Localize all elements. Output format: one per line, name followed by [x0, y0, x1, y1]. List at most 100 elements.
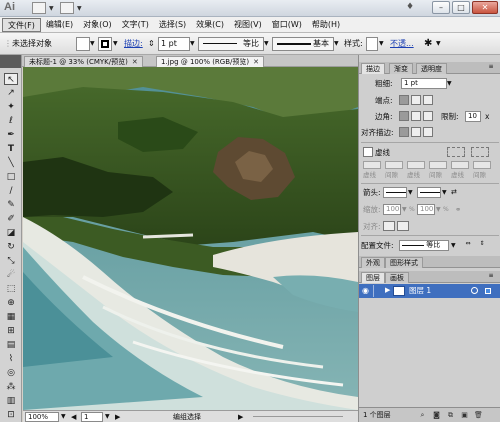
- butt-cap-button[interactable]: [399, 95, 409, 105]
- arrow-extend-button[interactable]: [383, 221, 395, 231]
- menu-object[interactable]: 对象(O): [78, 18, 117, 32]
- tab-untitled-1[interactable]: 未标题-1 @ 33% (CMYK/预览) ✕: [24, 56, 143, 67]
- align-outside-button[interactable]: [423, 127, 433, 137]
- rotate-tool-icon[interactable]: ↻: [4, 241, 18, 253]
- arrange-documents-icon[interactable]: [60, 2, 74, 14]
- stroke-weight-field[interactable]: 1 pt: [158, 37, 190, 51]
- free-transform-tool-icon[interactable]: ⬚: [4, 283, 18, 295]
- chevron-down-icon[interactable]: ▼: [436, 37, 441, 51]
- weight-field[interactable]: 1 pt: [401, 78, 447, 89]
- close-icon[interactable]: ✕: [253, 58, 259, 66]
- horizontal-scrollbar[interactable]: [253, 416, 343, 417]
- pencil-tool-icon[interactable]: ✎: [4, 199, 18, 211]
- maximize-button[interactable]: □: [452, 1, 470, 14]
- pen-tool-icon[interactable]: ✒: [4, 129, 18, 141]
- flip-across-icon[interactable]: ⇕: [477, 240, 487, 250]
- chevron-down-icon[interactable]: ▼: [190, 37, 195, 51]
- chevron-down-icon[interactable]: ▼: [77, 5, 82, 12]
- chevron-down-icon[interactable]: ▼: [49, 5, 54, 12]
- miter-join-button[interactable]: [399, 111, 409, 121]
- dash-field[interactable]: [451, 161, 469, 169]
- graphic-style-swatch[interactable]: [366, 37, 378, 51]
- menu-view[interactable]: 视图(V): [229, 18, 267, 32]
- warp-tool-icon[interactable]: ☄: [4, 269, 18, 281]
- end-scale-field[interactable]: 100: [417, 204, 435, 215]
- mesh-tool-icon[interactable]: ⊞: [4, 325, 18, 337]
- variable-width-profile[interactable]: 等比: [198, 37, 264, 51]
- chevron-down-icon[interactable]: ▼: [61, 412, 66, 422]
- tab-1-jpg[interactable]: 1.jpg @ 100% (RGB/预览) ✕: [156, 56, 264, 67]
- next-page-icon[interactable]: ▶: [115, 412, 120, 422]
- swap-arrows-icon[interactable]: ⇄: [451, 187, 457, 198]
- chevron-down-icon[interactable]: ▼: [334, 37, 339, 51]
- menu-edit[interactable]: 编辑(E): [41, 18, 78, 32]
- recolor-icon[interactable]: ✱: [424, 37, 432, 51]
- dashed-line-checkbox[interactable]: [363, 147, 373, 157]
- minimize-button[interactable]: –: [432, 1, 450, 14]
- zoom-field[interactable]: 100%: [25, 412, 59, 422]
- chevron-down-icon[interactable]: ▼: [379, 37, 384, 51]
- tab-transparency[interactable]: 透明度: [416, 63, 447, 74]
- expand-icon[interactable]: ▶: [385, 286, 390, 294]
- selection-indicator[interactable]: [485, 288, 491, 294]
- symbol-sprayer-tool-icon[interactable]: ⁂: [4, 381, 18, 393]
- blob-brush-tool-icon[interactable]: ✐: [4, 213, 18, 225]
- align-inside-button[interactable]: [411, 127, 421, 137]
- previous-page-icon[interactable]: ◀: [71, 412, 76, 422]
- menu-effect[interactable]: 效果(C): [191, 18, 229, 32]
- round-cap-button[interactable]: [411, 95, 421, 105]
- delete-layer-icon[interactable]: 🗑: [473, 410, 484, 420]
- chevron-down-icon[interactable]: ▼: [447, 78, 452, 89]
- chevron-down-icon[interactable]: ▼: [264, 37, 269, 51]
- opacity-link[interactable]: 不透...: [390, 37, 414, 51]
- link-scale-icon[interactable]: ⚭: [455, 204, 461, 215]
- eye-icon[interactable]: ◉: [362, 286, 369, 295]
- eyedropper-tool-icon[interactable]: ⌇: [4, 353, 18, 365]
- dash-field[interactable]: [407, 161, 425, 169]
- profile-select[interactable]: 等比: [399, 240, 449, 251]
- chevron-down-icon[interactable]: ▼: [442, 187, 447, 198]
- artboard-tool-icon[interactable]: ⊡: [4, 409, 18, 421]
- align-dash-icon[interactable]: [471, 147, 489, 157]
- lasso-tool-icon[interactable]: ℓ: [4, 115, 18, 127]
- menu-help[interactable]: 帮助(H): [307, 18, 345, 32]
- gap-field[interactable]: [385, 161, 403, 169]
- menu-select[interactable]: 选择(S): [154, 18, 191, 32]
- layer-name[interactable]: 图层 1: [409, 285, 431, 297]
- paintbrush-tool-icon[interactable]: ∕: [4, 185, 18, 197]
- gap-field[interactable]: [429, 161, 447, 169]
- page-field[interactable]: 1: [81, 412, 103, 422]
- line-tool-icon[interactable]: ╲: [4, 157, 18, 169]
- tab-stroke[interactable]: 描边: [361, 63, 385, 74]
- brush-definition[interactable]: 基本: [272, 37, 334, 51]
- rectangle-tool-icon[interactable]: □: [4, 171, 18, 183]
- layer-row[interactable]: ◉ ▶ 图层 1: [359, 284, 500, 298]
- gradient-tool-icon[interactable]: ▤: [4, 339, 18, 351]
- column-graph-tool-icon[interactable]: ▥: [4, 395, 18, 407]
- document-canvas[interactable]: [23, 67, 358, 410]
- chevron-down-icon[interactable]: ▼: [451, 240, 456, 251]
- chevron-down-icon[interactable]: ▼: [408, 187, 413, 198]
- tab-appearance[interactable]: 外观: [361, 257, 385, 268]
- magic-wand-tool-icon[interactable]: ✦: [4, 101, 18, 113]
- limit-field[interactable]: 10: [465, 111, 481, 122]
- stroke-stepper[interactable]: ⇕: [148, 37, 155, 51]
- align-center-button[interactable]: [399, 127, 409, 137]
- tab-artboards[interactable]: 画板: [385, 272, 409, 283]
- selection-tool-icon[interactable]: ↖: [4, 73, 18, 85]
- chevron-down-icon[interactable]: ▼: [105, 412, 110, 422]
- chevron-down-icon[interactable]: ▼: [402, 204, 407, 215]
- stroke-link[interactable]: 描边:: [124, 37, 143, 51]
- tab-graphic-styles[interactable]: 图形样式: [385, 257, 423, 268]
- shape-builder-tool-icon[interactable]: ⊕: [4, 297, 18, 309]
- gap-field[interactable]: [473, 161, 491, 169]
- round-join-button[interactable]: [411, 111, 421, 121]
- stroke-swatch[interactable]: [98, 37, 112, 51]
- menu-file[interactable]: 文件(F): [2, 17, 41, 32]
- scale-tool-icon[interactable]: ⤡: [4, 255, 18, 267]
- locate-object-icon[interactable]: ⌕: [417, 410, 428, 420]
- arrow-place-button[interactable]: [397, 221, 409, 231]
- workspace-switcher-icon[interactable]: ♦: [406, 2, 416, 14]
- status-menu-icon[interactable]: ▶: [238, 412, 243, 422]
- type-tool-icon[interactable]: T: [4, 143, 18, 155]
